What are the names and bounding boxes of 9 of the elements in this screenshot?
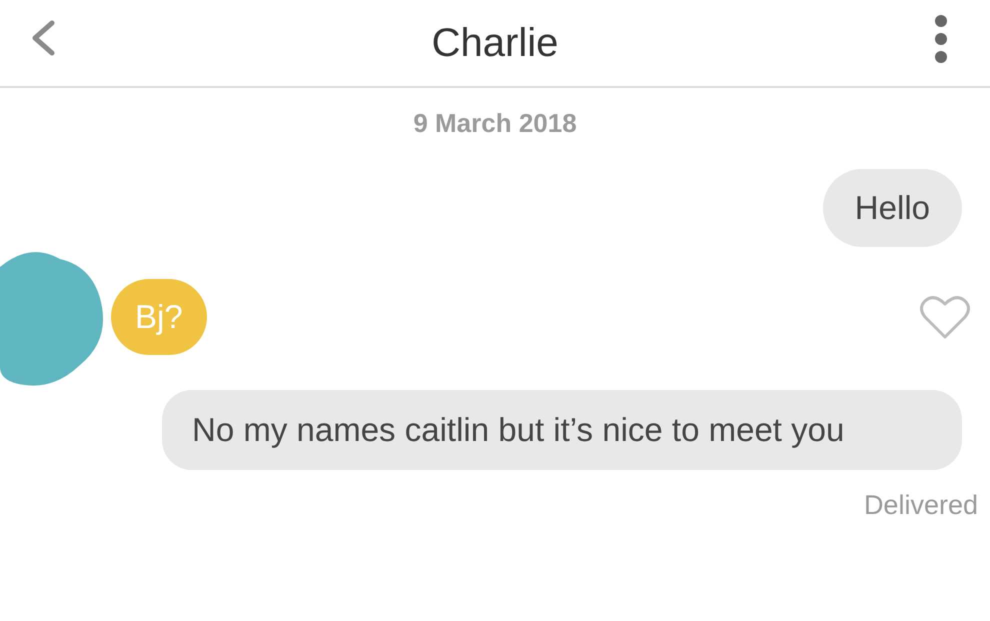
heart-icon[interactable] — [920, 294, 970, 340]
message-bubble: Bj? — [111, 279, 207, 355]
more-icon[interactable] — [934, 14, 948, 64]
message-bubble: No my names caitlin but it’s nice to meet you — [162, 390, 962, 470]
chat-date: 9 March 2018 — [412, 108, 578, 139]
delivery-status: Delivered — [862, 490, 979, 521]
back-icon[interactable] — [30, 20, 56, 56]
message-bubble: Hello — [822, 169, 962, 247]
contact-name: Charlie — [432, 20, 558, 66]
